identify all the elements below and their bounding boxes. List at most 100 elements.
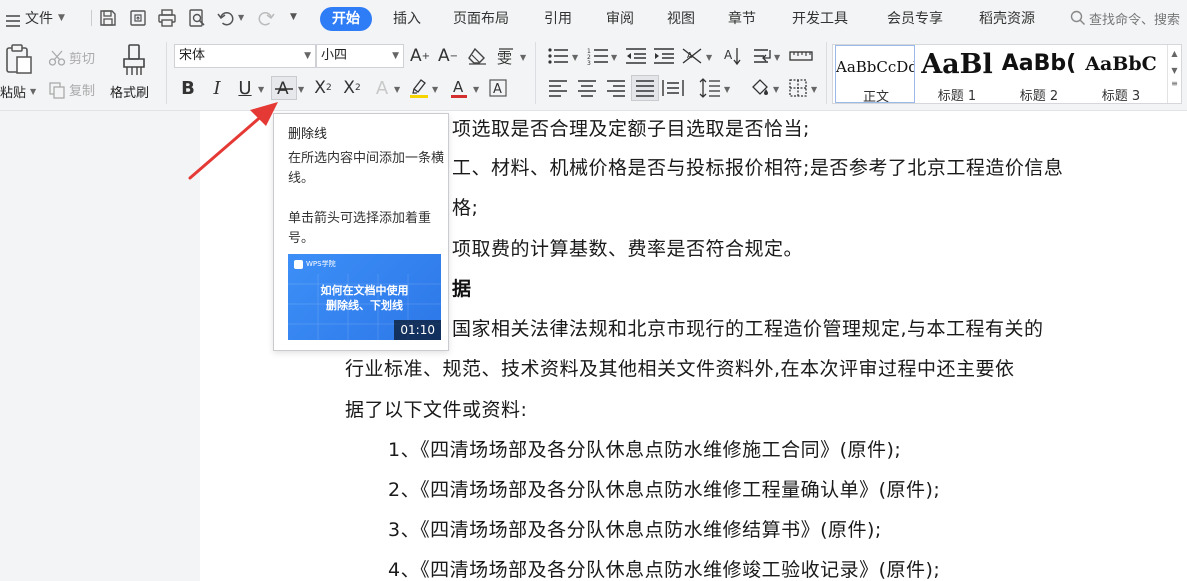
- tab-developer[interactable]: 开发工具: [792, 7, 848, 31]
- subscript-icon[interactable]: X2: [340, 76, 364, 100]
- tab-page-layout[interactable]: 页面布局: [453, 7, 509, 31]
- chinese-layout-dropdown-icon[interactable]: ▼: [706, 53, 712, 62]
- text-effect-icon[interactable]: A: [370, 76, 394, 100]
- file-menu-button[interactable]: 文件 ▼: [6, 9, 65, 27]
- numbered-list-icon[interactable]: 123: [586, 44, 610, 68]
- align-center-icon[interactable]: [575, 76, 599, 100]
- bullet-dropdown-icon[interactable]: ▼: [572, 53, 578, 62]
- doc-line: 国家相关法律法规和北京市现行的工程造价管理规定,与本工程有关的: [452, 318, 1044, 340]
- character-border-icon[interactable]: A: [486, 76, 510, 100]
- chevron-down-icon[interactable]: ▼: [1168, 66, 1181, 75]
- bullet-list-icon[interactable]: [546, 44, 570, 68]
- print-icon[interactable]: [157, 8, 177, 28]
- font-size-select[interactable]: 小四 ▼: [316, 44, 404, 68]
- undo-dropdown-icon[interactable]: ▼: [238, 13, 244, 22]
- tab-view[interactable]: 视图: [667, 7, 695, 31]
- video-brand-label: WPS学院: [306, 260, 336, 268]
- svg-text:A: A: [493, 82, 502, 97]
- style-heading-2[interactable]: AaBb( 标题 2: [999, 45, 1079, 103]
- chevron-down-icon: ▼: [392, 51, 399, 61]
- format-painter-label[interactable]: 格式刷: [110, 82, 149, 101]
- font-size-value: 小四: [321, 48, 348, 63]
- font-color-dropdown-icon[interactable]: ▼: [473, 85, 479, 94]
- print-preview-icon[interactable]: [187, 8, 207, 28]
- command-search[interactable]: 查找命令、搜索: [1070, 7, 1180, 29]
- pinyin-dropdown-icon[interactable]: ▼: [520, 53, 526, 62]
- redo-icon[interactable]: [256, 8, 276, 28]
- style-heading-3[interactable]: AaBbC 标题 3: [1081, 45, 1161, 103]
- ruler-icon[interactable]: [788, 44, 814, 68]
- doc-line: 项取费的计算基数、费率是否符合规定。: [452, 238, 804, 260]
- undo-icon[interactable]: [216, 8, 236, 28]
- style-heading-1[interactable]: AaBl 标题 1: [917, 45, 997, 103]
- search-icon: [1070, 10, 1086, 26]
- format-painter-button[interactable]: [118, 43, 148, 77]
- show-hide-dropdown-icon[interactable]: ▼: [774, 53, 780, 62]
- line-spacing-dropdown-icon[interactable]: ▼: [724, 85, 730, 94]
- shading-icon[interactable]: [748, 76, 772, 100]
- paste-dropdown-icon[interactable]: ▼: [30, 87, 36, 96]
- clear-format-icon[interactable]: [465, 44, 489, 68]
- brush-icon: [120, 43, 148, 81]
- wps-writer-window: 文件 ▼ ▼ ▼ 开始 插入 页面布局 引用 审阅 视图 章节 开发工具 会员专…: [0, 0, 1187, 581]
- ribbon-separator: [535, 42, 536, 104]
- show-hide-marks-icon[interactable]: [750, 44, 774, 68]
- wps-logo-icon: [294, 259, 303, 269]
- distributed-align-icon[interactable]: [661, 76, 685, 100]
- chinese-layout-icon[interactable]: A: [680, 44, 704, 68]
- highlight-color-icon[interactable]: [407, 76, 431, 100]
- borders-icon[interactable]: [786, 76, 810, 100]
- highlight-dropdown-icon[interactable]: ▼: [432, 85, 438, 94]
- justify-icon[interactable]: [631, 75, 659, 101]
- superscript-icon[interactable]: X2: [311, 76, 335, 100]
- decrease-indent-icon[interactable]: [624, 44, 648, 68]
- chevron-down-icon: ▼: [58, 13, 65, 23]
- expand-gallery-icon[interactable]: ≡: [1168, 79, 1181, 88]
- tab-member[interactable]: 会员专享: [887, 7, 943, 31]
- numbered-dropdown-icon[interactable]: ▼: [611, 53, 617, 62]
- doc-list-item: 1、《四清场场部及各分队休息点防水维修施工合同》(原件);: [388, 439, 902, 461]
- style-gallery-scroller[interactable]: ▲ ▼ ≡: [1167, 45, 1181, 103]
- chevron-up-icon[interactable]: ▲: [1168, 49, 1181, 58]
- font-color-icon[interactable]: A: [447, 76, 471, 100]
- tab-docer[interactable]: 稻壳资源: [979, 7, 1035, 31]
- shading-dropdown-icon[interactable]: ▼: [773, 85, 779, 94]
- borders-dropdown-icon[interactable]: ▼: [811, 85, 817, 94]
- tab-insert[interactable]: 插入: [393, 7, 421, 31]
- font-name-select[interactable]: 宋体 ▼: [174, 44, 316, 68]
- sort-icon[interactable]: A: [720, 44, 744, 68]
- tab-review[interactable]: 审阅: [606, 7, 634, 31]
- ribbon-separator: [166, 42, 167, 104]
- style-normal[interactable]: AaBbCcDd 正文: [835, 45, 915, 103]
- increase-indent-icon[interactable]: [652, 44, 676, 68]
- align-left-icon[interactable]: [546, 76, 570, 100]
- svg-text:3: 3: [587, 60, 591, 65]
- paste-button[interactable]: [0, 43, 40, 77]
- strikethrough-dropdown-icon[interactable]: ▼: [298, 85, 304, 94]
- align-right-icon[interactable]: [604, 76, 628, 100]
- file-menu-label: 文件: [25, 11, 53, 27]
- tooltip-title: 删除线: [288, 127, 328, 142]
- tab-references[interactable]: 引用: [544, 7, 572, 31]
- export-icon[interactable]: [128, 8, 148, 28]
- text-effect-dropdown-icon[interactable]: ▼: [394, 85, 400, 94]
- style-gallery: AaBbCcDd 正文 AaBl 标题 1 AaBb( 标题 2 AaBbC 标…: [832, 44, 1182, 104]
- increase-font-size-icon[interactable]: A +: [408, 44, 432, 68]
- style-label: 标题 2: [1019, 89, 1059, 103]
- doc-heading: 据: [452, 278, 472, 300]
- copy-button[interactable]: 复制: [48, 80, 95, 99]
- tutorial-video-thumbnail[interactable]: WPS学院 如何在文档中使用 删除线、下划线 01:10: [288, 254, 441, 340]
- video-title-line: 如何在文档中使用: [320, 284, 409, 297]
- customize-chevron-icon[interactable]: ▼: [290, 12, 297, 22]
- underline-dropdown-icon[interactable]: ▼: [258, 85, 264, 94]
- tab-sections[interactable]: 章节: [728, 7, 756, 31]
- tab-home[interactable]: 开始: [320, 7, 372, 31]
- paste-label[interactable]: 粘贴: [0, 82, 26, 101]
- menu-bar: 文件 ▼ ▼ ▼ 开始 插入 页面布局 引用 审阅 视图 章节 开发工具 会员专…: [0, 0, 1187, 36]
- save-icon[interactable]: [98, 8, 118, 28]
- decrease-font-size-icon[interactable]: A −: [436, 44, 460, 68]
- copy-label: 复制: [69, 84, 96, 99]
- pinyin-guide-icon[interactable]: 雯: [495, 44, 519, 68]
- cut-button[interactable]: 剪切: [48, 48, 95, 67]
- line-spacing-icon[interactable]: [698, 76, 722, 100]
